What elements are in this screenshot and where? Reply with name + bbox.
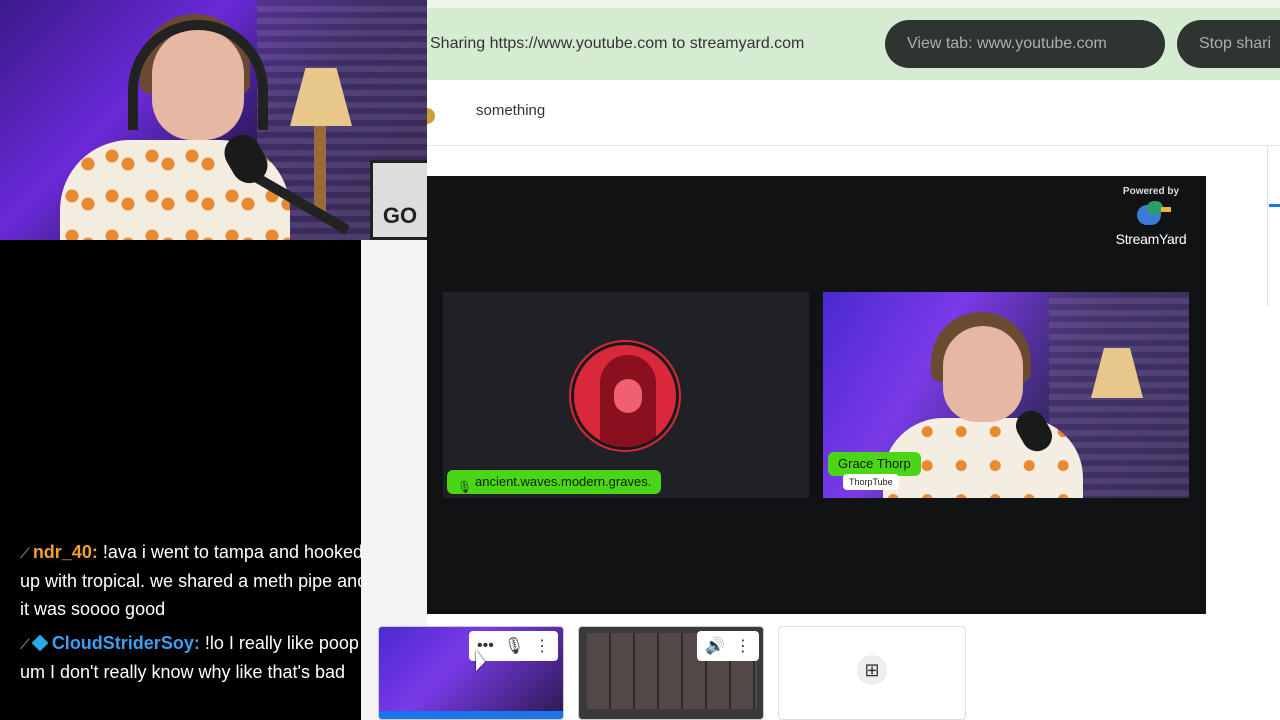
screen-add-icon[interactable]: ⊞: [857, 655, 887, 685]
sign-text: GO: [382, 203, 418, 228]
chat-username: CloudStriderSoy:: [51, 633, 200, 653]
chat-username: ndr_40:: [32, 542, 98, 562]
powered-by-logo: Powered by StreamYard: [1106, 186, 1196, 247]
webcam-overlay: GO: [0, 0, 427, 240]
mouse-cursor: [476, 650, 485, 671]
camera-thumbnail[interactable]: ••• 🎙 ⋮: [378, 626, 564, 720]
right-accent: [1269, 204, 1280, 207]
participant-tile-guest[interactable]: 🎙 ancient.waves.modern.graves.: [443, 292, 809, 498]
add-screen-share-tile[interactable]: ⊞: [778, 626, 966, 720]
guest-name: ancient.waves.modern.graves.: [475, 474, 652, 489]
badge-icon: ⟋: [20, 636, 30, 652]
lamp-base: [314, 126, 326, 216]
muted-mic-icon: 🎙: [457, 480, 473, 494]
host-name-label: Grace Thorp: [828, 452, 921, 476]
powered-by-text: Powered by: [1122, 186, 1180, 197]
guest-name-label: 🎙 ancient.waves.modern.graves.: [447, 470, 662, 494]
more-options-icon[interactable]: ⋮: [534, 636, 550, 656]
right-divider: [1267, 146, 1268, 306]
more-options-icon[interactable]: ⋮: [735, 636, 751, 656]
host-head: [943, 326, 1023, 422]
screen-controls: 🔊 ⋮: [697, 631, 759, 661]
badge-icon: ⟋: [20, 545, 30, 561]
chat-message: ⟋ ndr_40: !ava i went to tampa and hooked…: [20, 538, 380, 623]
cube-icon: [31, 634, 49, 652]
stop-sharing-button[interactable]: Stop shari: [1177, 20, 1280, 68]
guest-avatar: [571, 342, 679, 450]
header-text: something: [476, 102, 546, 119]
chat-messages: ⟋ ndr_40: !ava i went to tampa and hooked…: [20, 538, 380, 692]
streamyard-duck-icon: [1133, 201, 1171, 229]
chat-overlay: ⟋ ndr_40: !ava i went to tampa and hooked…: [0, 240, 367, 720]
view-tab-button[interactable]: View tab: www.youtube.com: [885, 20, 1165, 68]
sharing-status: Sharing https://www.youtube.com to strea…: [430, 35, 805, 52]
broadcast-canvas: Powered by StreamYard 🎙 ancient.waves.mo…: [427, 176, 1206, 614]
selected-bar: [379, 711, 563, 719]
stream-stage: something Sharing https://www.youtube.co…: [0, 0, 1280, 720]
speaker-icon[interactable]: 🔊: [705, 636, 725, 656]
participant-tile-host[interactable]: Grace Thorp ThorpTube: [823, 292, 1189, 498]
tab-sharing-banner: Sharing https://www.youtube.com to strea…: [427, 0, 1280, 80]
wall-sign: GO: [370, 160, 427, 240]
screen-share-thumbnail[interactable]: 🔊 ⋮: [578, 626, 764, 720]
mic-icon[interactable]: 🎙: [504, 636, 524, 656]
chat-message: ⟋ CloudStriderSoy: !lo I really like poop…: [20, 629, 380, 686]
host-subtitle: ThorpTube: [843, 474, 899, 490]
brand-name: StreamYard: [1115, 231, 1187, 247]
page-header: something: [425, 80, 1280, 146]
